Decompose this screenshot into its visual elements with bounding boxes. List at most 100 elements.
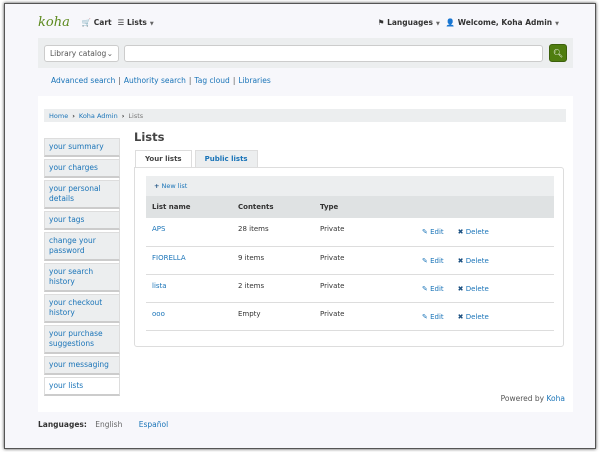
cell-contents: 9 items xyxy=(232,246,314,275)
caret-icon: ▼ xyxy=(435,20,440,27)
edit-button[interactable]: ✎ Edit xyxy=(422,228,444,236)
browser-window: koha 🛒 Cart ☰ Lists ▼ ⚑ Languages ▼ 👤 Welc… xyxy=(4,3,596,449)
scope-value: Library catalog xyxy=(50,48,107,58)
footer-languages: Languages: English Español xyxy=(38,420,168,429)
list-icon: ☰ xyxy=(117,17,125,27)
delete-label: Delete xyxy=(465,228,489,236)
edit-icon: ✎ xyxy=(422,312,428,321)
edit-icon: ✎ xyxy=(422,256,428,265)
search-input[interactable] xyxy=(124,44,543,62)
language-espanol[interactable]: Español xyxy=(139,420,168,429)
list-link[interactable]: APS xyxy=(152,225,165,233)
delete-label: Delete xyxy=(465,256,489,265)
list-link[interactable]: FIORELLA xyxy=(152,254,186,262)
edit-label: Edit xyxy=(430,284,444,293)
tab-bar: Your lists Public lists xyxy=(135,150,261,168)
cell-name: APS xyxy=(146,218,232,247)
powered-by-label: Powered by xyxy=(500,394,545,403)
col-type[interactable]: Type xyxy=(314,196,384,218)
sidebar-item-messaging[interactable]: your messaging xyxy=(44,356,120,375)
toolbar: + New list xyxy=(146,176,554,196)
cart-link[interactable]: 🛒 Cart xyxy=(82,18,112,27)
delete-label: Delete xyxy=(465,312,489,321)
languages-label: Languages: xyxy=(38,420,87,429)
cell-contents: 2 items xyxy=(232,274,314,303)
sidebar-item-search-history[interactable]: your search history xyxy=(44,263,120,292)
search-button[interactable]: 🔍︎ xyxy=(549,44,567,62)
edit-button[interactable]: ✎ Edit xyxy=(422,285,444,293)
edit-label: Edit xyxy=(430,228,444,236)
advanced-search-link[interactable]: Advanced search xyxy=(51,76,115,85)
koha-link[interactable]: Koha xyxy=(547,394,565,403)
edit-icon: ✎ xyxy=(422,228,428,236)
edit-button[interactable]: ✎ Edit xyxy=(422,257,444,265)
list-link[interactable]: ooo xyxy=(152,310,165,318)
cell-type: Private xyxy=(314,218,384,247)
languages-menu[interactable]: ⚑ Languages ▼ xyxy=(378,18,440,27)
lists-label: Lists xyxy=(127,17,147,27)
cell-name: lista xyxy=(146,274,232,303)
edit-icon: ✎ xyxy=(422,284,428,293)
cell-name: FIORELLA xyxy=(146,246,232,275)
sidebar-item-charges[interactable]: your charges xyxy=(44,159,120,178)
sidebar-item-lists[interactable]: your lists xyxy=(44,377,120,396)
user-menu[interactable]: 👤 Welcome, Koha Admin ▼ xyxy=(446,18,559,27)
authority-search-link[interactable]: Authority search xyxy=(124,76,186,85)
sidebar-item-summary[interactable]: your summary xyxy=(44,138,120,157)
sidebar: your summary your charges your personal … xyxy=(44,138,120,396)
powered-by: Powered by Koha xyxy=(501,394,565,403)
sidebar-item-password[interactable]: change your password xyxy=(44,232,120,261)
koha-logo[interactable]: koha xyxy=(38,15,70,30)
chevron-down-icon: ⌄ xyxy=(106,48,113,58)
col-list-name[interactable]: List name xyxy=(146,196,232,218)
tab-public-lists[interactable]: Public lists xyxy=(194,150,258,168)
tab-your-lists[interactable]: Your lists xyxy=(135,150,192,168)
table-row: FIORELLA 9 items Private ✎ Edit ✖ Delete xyxy=(146,246,554,275)
delete-button[interactable]: ✖ Delete xyxy=(458,257,489,265)
language-current: English xyxy=(95,420,123,429)
search-scope-select[interactable]: Library catalog ⌄ xyxy=(44,44,119,62)
cell-actions: ✎ Edit ✖ Delete xyxy=(384,246,554,275)
cell-actions: ✎ Edit ✖ Delete xyxy=(384,218,554,247)
delete-button[interactable]: ✖ Delete xyxy=(458,313,489,321)
delete-button[interactable]: ✖ Delete xyxy=(458,228,489,236)
cell-type: Private xyxy=(314,274,384,303)
search-bar: Library catalog ⌄ 🔍︎ xyxy=(38,38,573,68)
edit-button[interactable]: ✎ Edit xyxy=(422,313,444,321)
breadcrumb-current: Lists xyxy=(128,112,144,120)
lists-menu[interactable]: ☰ Lists ▼ xyxy=(118,18,154,27)
col-contents[interactable]: Contents xyxy=(232,196,314,218)
close-icon: ✖ xyxy=(457,312,464,321)
list-link[interactable]: lista xyxy=(152,282,167,290)
sidebar-item-checkout-history[interactable]: your checkout history xyxy=(44,294,120,323)
breadcrumb-user[interactable]: Koha Admin xyxy=(79,112,118,120)
cell-contents: 28 items xyxy=(232,218,314,247)
sidebar-item-suggestions[interactable]: your purchase suggestions xyxy=(44,325,120,354)
table-row: APS 28 items Private ✎ Edit ✖ Delete xyxy=(146,218,554,247)
delete-label: Delete xyxy=(465,284,489,293)
sidebar-item-personal-details[interactable]: your personal details xyxy=(44,180,120,209)
cell-type: Private xyxy=(314,302,384,331)
close-icon: ✖ xyxy=(457,284,464,293)
cell-contents: Empty xyxy=(232,302,314,331)
flag-icon: ⚑ xyxy=(377,17,385,27)
search-icon: 🔍︎ xyxy=(552,48,564,58)
search-links: Advanced search | Authority search | Tag clo… xyxy=(51,76,271,85)
breadcrumb-home[interactable]: Home xyxy=(49,112,68,120)
plus-icon: + xyxy=(154,182,160,190)
cell-name: ooo xyxy=(146,302,232,331)
edit-label: Edit xyxy=(430,256,444,265)
sidebar-item-tags[interactable]: your tags xyxy=(44,211,120,230)
tag-cloud-link[interactable]: Tag cloud xyxy=(194,76,229,85)
table-row: ooo Empty Private ✎ Edit ✖ Delete xyxy=(146,302,554,331)
delete-button[interactable]: ✖ Delete xyxy=(458,285,489,293)
caret-icon: ▼ xyxy=(555,20,559,27)
user-icon: 👤 xyxy=(445,17,456,27)
cell-actions: ✎ Edit ✖ Delete xyxy=(384,274,554,303)
libraries-link[interactable]: Libraries xyxy=(238,76,270,85)
welcome-label: Welcome, Koha Admin xyxy=(457,17,553,27)
new-list-label: New list xyxy=(161,182,188,190)
main-panel: Home › Koha Admin › Lists your summary your … xyxy=(38,96,573,412)
new-list-button[interactable]: + New list xyxy=(154,182,187,190)
close-icon: ✖ xyxy=(457,256,464,265)
